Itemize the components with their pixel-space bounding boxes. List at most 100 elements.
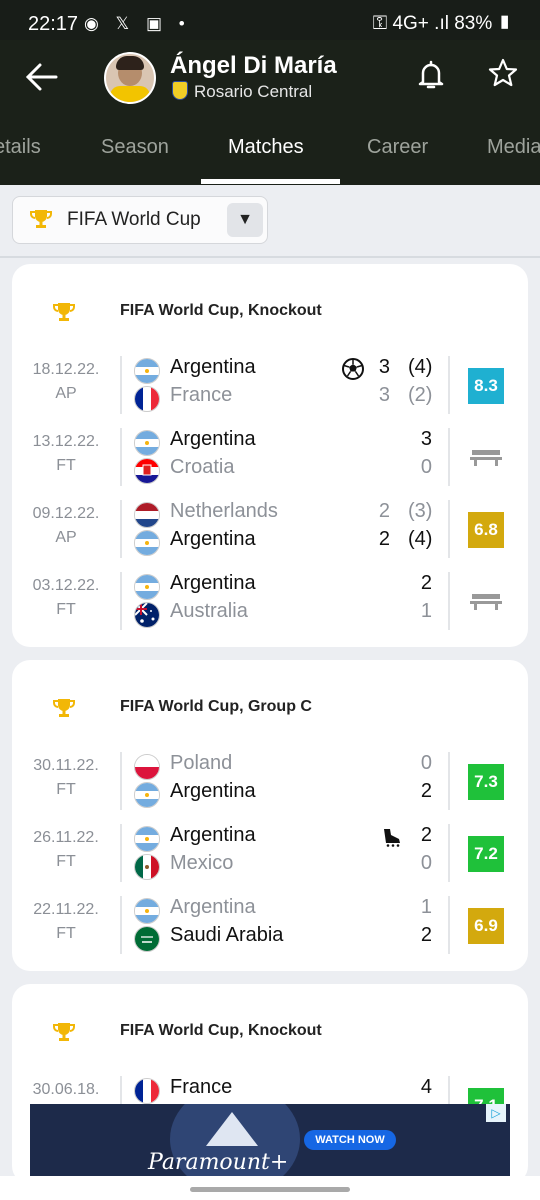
argentina-flag-icon — [134, 530, 160, 556]
goal-ball-icon — [342, 358, 364, 380]
score: 3 — [378, 384, 390, 406]
match-date: 30.06.18. — [24, 1078, 108, 1102]
tab-season[interactable]: Season — [101, 136, 169, 159]
assist-boot-icon — [380, 826, 402, 848]
bell-icon[interactable] — [418, 60, 444, 89]
player-rating-badge: 6.8 — [468, 512, 504, 548]
home-indicator[interactable] — [190, 1187, 350, 1192]
tab-media[interactable]: Media — [487, 136, 540, 159]
score: 2 — [378, 500, 390, 522]
penalty-score: (2) — [408, 384, 433, 406]
match-date: 18.12.22. AP — [24, 358, 108, 406]
score: 2 — [378, 528, 390, 550]
match-row[interactable]: 03.12.22. FT Argentina 2 Australia 1 — [12, 568, 528, 640]
player-rating-badge: 7.3 — [468, 764, 504, 800]
score: 1 — [420, 896, 432, 918]
match-date-value: 30.11.22. — [33, 757, 99, 774]
score: 2 — [420, 824, 432, 846]
score: 0 — [420, 752, 432, 774]
bench-icon — [470, 448, 502, 466]
tab-career[interactable]: Career — [367, 136, 428, 159]
competition-dropdown[interactable]: FIFA World Cup ▼ — [12, 196, 268, 244]
match-date-value: 03.12.22. — [32, 577, 100, 594]
back-arrow-icon[interactable] — [24, 62, 58, 96]
divider — [448, 752, 450, 810]
match-date-value: 30.06.18. — [32, 1081, 100, 1098]
player-rating-badge: 7.2 — [468, 836, 504, 872]
match-status: FT — [56, 601, 76, 618]
divider — [120, 428, 122, 486]
ad-brand: Paramount+ — [148, 1150, 289, 1175]
team-name: Saudi Arabia — [170, 924, 284, 946]
divider — [0, 256, 540, 258]
divider — [120, 572, 122, 630]
divider — [120, 824, 122, 882]
mountain-logo-icon — [206, 1112, 258, 1146]
chevron-down-icon[interactable]: ▼ — [227, 203, 263, 237]
match-date-value: 18.12.22. — [32, 361, 100, 378]
team-name: France — [170, 384, 233, 406]
match-row[interactable]: 09.12.22. AP Netherlands 2 (3) Argentina 2 (4) 6… — [12, 496, 528, 568]
trophy-icon — [30, 210, 52, 228]
trophy-icon — [53, 303, 75, 321]
divider — [448, 824, 450, 882]
tab-details[interactable]: etails — [0, 136, 41, 159]
club-name: Rosario Central — [194, 82, 313, 101]
tab-matches[interactable]: Matches — [228, 136, 304, 159]
match-row[interactable]: 22.11.22. FT Argentina 1 Saudi Arabia 2 6.9 — [12, 892, 528, 964]
score: 0 — [420, 852, 432, 874]
netherlands-flag-icon — [134, 502, 160, 528]
penalty-score: (4) — [408, 356, 433, 378]
match-date-value: 09.12.22. — [32, 505, 100, 522]
team-name: Argentina — [170, 572, 256, 594]
divider — [120, 896, 122, 954]
score: 2 — [420, 924, 432, 946]
ad-info-icon[interactable]: ▷ — [486, 1104, 506, 1122]
score: 3 — [378, 356, 390, 378]
match-date-value: 13.12.22. — [32, 433, 100, 450]
team-name: Argentina — [170, 896, 256, 918]
france-flag-icon — [134, 1078, 160, 1104]
bench-icon — [470, 592, 502, 610]
argentina-flag-icon — [134, 430, 160, 456]
match-row[interactable]: 13.12.22. FT Argentina 3 Croatia 0 — [12, 424, 528, 496]
team-name: Argentina — [170, 356, 256, 378]
croatia-flag-icon — [134, 458, 160, 484]
star-icon[interactable] — [488, 58, 518, 94]
club-name-row[interactable]: Rosario Central — [172, 81, 312, 102]
match-date: 03.12.22. FT — [24, 574, 108, 622]
match-row[interactable]: 18.12.22. AP Argentina 3 (4) France 3 (2) 8.3 — [12, 352, 528, 424]
trophy-icon — [53, 699, 75, 717]
score: 4 — [420, 1076, 432, 1098]
team-name: Poland — [170, 752, 233, 774]
watch-now-button[interactable]: WATCH NOW — [304, 1130, 396, 1150]
competition-label: FIFA World Cup — [67, 209, 201, 230]
divider — [448, 356, 450, 414]
match-row[interactable]: 30.11.22. FT Poland 0 Argentina 2 7.3 — [12, 748, 528, 820]
ad-banner[interactable]: Paramount+ WATCH NOW ▷ — [30, 1104, 510, 1176]
player-avatar — [104, 52, 156, 104]
divider — [120, 500, 122, 558]
player-header: Ángel Di María Rosario Central etails Se… — [0, 40, 540, 185]
team-name: Mexico — [170, 852, 234, 874]
player-name: Ángel Di María — [170, 52, 337, 79]
player-rating-badge: 8.3 — [468, 368, 504, 404]
saudi-flag-icon — [134, 926, 160, 952]
match-date: 22.11.22. FT — [24, 898, 108, 946]
penalty-score: (4) — [408, 528, 433, 550]
score: 3 — [420, 428, 432, 450]
club-crest-icon — [172, 81, 188, 100]
score: 2 — [420, 780, 432, 802]
divider — [120, 752, 122, 810]
team-name: Argentina — [170, 824, 256, 846]
argentina-flag-icon — [134, 358, 160, 384]
divider — [448, 500, 450, 558]
match-row[interactable]: 26.11.22. FT Argentina 2 Mexico 0 7.2 — [12, 820, 528, 892]
player-rating-badge: 6.9 — [468, 908, 504, 944]
team-name: Argentina — [170, 528, 256, 550]
team-name: Argentina — [170, 428, 256, 450]
card-title: FIFA World Cup, Group C — [120, 698, 312, 715]
mexico-flag-icon — [134, 854, 160, 880]
match-status: AP — [55, 529, 77, 546]
match-date: 26.11.22. FT — [24, 826, 108, 874]
